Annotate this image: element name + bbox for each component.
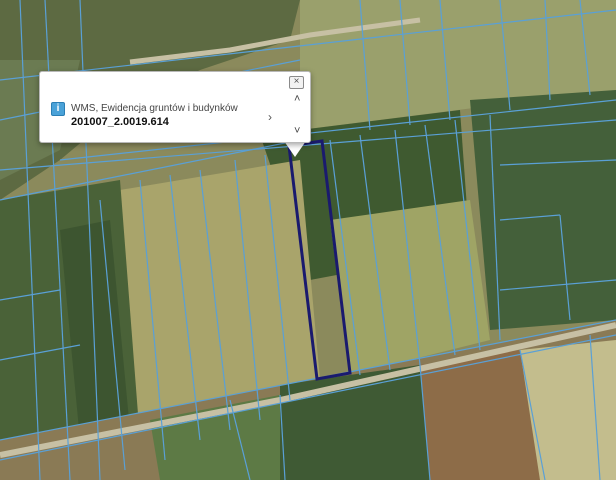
- chevron-right-icon[interactable]: ›: [268, 110, 272, 124]
- popup-tail: [284, 141, 306, 157]
- chevron-up-icon[interactable]: ˄: [294, 93, 300, 105]
- parcel-id[interactable]: 201007_2.0019.614: [71, 116, 169, 128]
- layer-name: WMS, Ewidencja gruntów i budynków: [71, 103, 238, 114]
- feature-info-popup: × i WMS, Ewidencja gruntów i budynków 20…: [39, 71, 311, 143]
- field-bottom-brown: [420, 350, 540, 480]
- info-icon: i: [51, 102, 65, 116]
- chevron-down-icon[interactable]: ˅: [294, 125, 300, 137]
- close-icon[interactable]: ×: [289, 76, 304, 89]
